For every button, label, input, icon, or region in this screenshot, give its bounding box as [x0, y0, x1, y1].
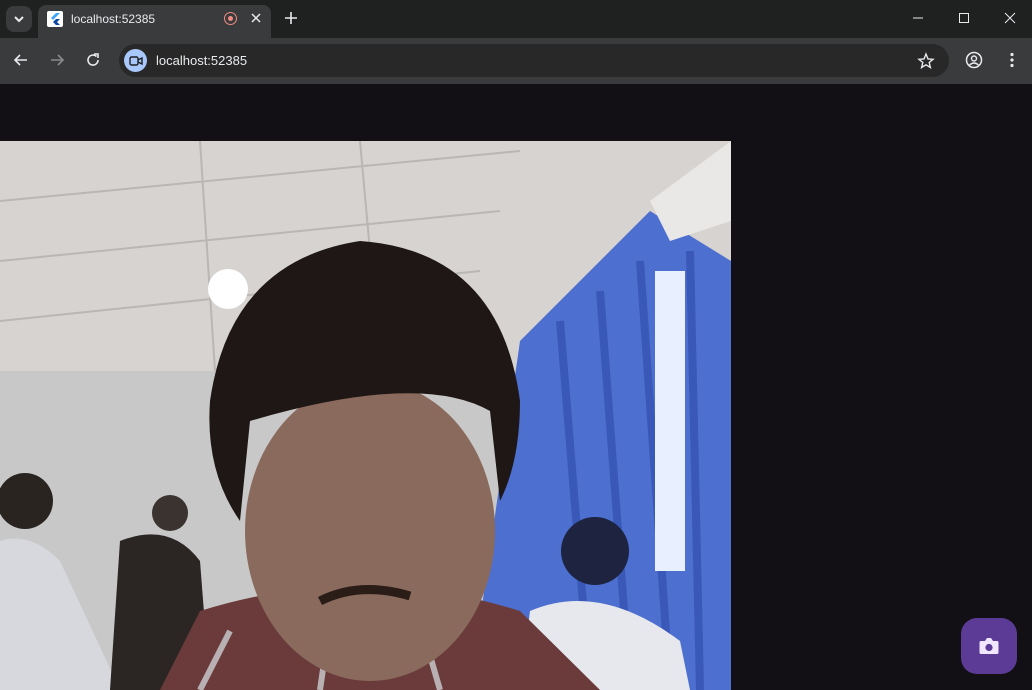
video-camera-icon: [128, 55, 143, 66]
back-button[interactable]: [10, 49, 32, 71]
tab-search-button[interactable]: [6, 6, 32, 32]
chevron-down-icon: [14, 16, 24, 23]
browser-toolbar: localhost:52385: [0, 38, 1032, 84]
reload-button[interactable]: [82, 49, 104, 71]
more-vert-icon: [1010, 52, 1014, 68]
arrow-left-icon: [13, 54, 27, 66]
minimize-icon: [913, 17, 923, 19]
browser-tab[interactable]: localhost:52385: [38, 5, 271, 38]
profile-icon: [965, 51, 983, 69]
camera-icon: [979, 638, 999, 654]
close-window-button[interactable]: [987, 0, 1032, 36]
close-tab-icon[interactable]: [248, 10, 264, 26]
page-content: [0, 84, 1032, 690]
capture-photo-button[interactable]: [961, 618, 1017, 674]
recording-indicator-icon: [224, 12, 237, 25]
new-tab-icon[interactable]: [282, 9, 300, 27]
tab-title: localhost:52385: [71, 12, 156, 26]
tab-strip: localhost:52385: [0, 0, 1032, 38]
forward-button[interactable]: [46, 49, 68, 71]
camera-feed-image: [0, 141, 731, 690]
maximize-button[interactable]: [941, 0, 987, 36]
menu-button[interactable]: [1001, 49, 1023, 71]
url-text: localhost:52385: [156, 53, 248, 68]
arrow-right-icon: [51, 54, 65, 66]
minimize-button[interactable]: [895, 0, 941, 36]
flutter-favicon-icon: [47, 11, 63, 27]
reload-icon: [87, 53, 99, 66]
camera-preview: [0, 141, 731, 690]
address-bar[interactable]: localhost:52385: [119, 44, 949, 77]
site-info-button[interactable]: [124, 49, 147, 72]
close-icon: [1004, 12, 1016, 24]
maximize-icon: [959, 13, 969, 23]
profile-button[interactable]: [963, 49, 985, 71]
bookmark-star-icon[interactable]: [917, 52, 935, 70]
